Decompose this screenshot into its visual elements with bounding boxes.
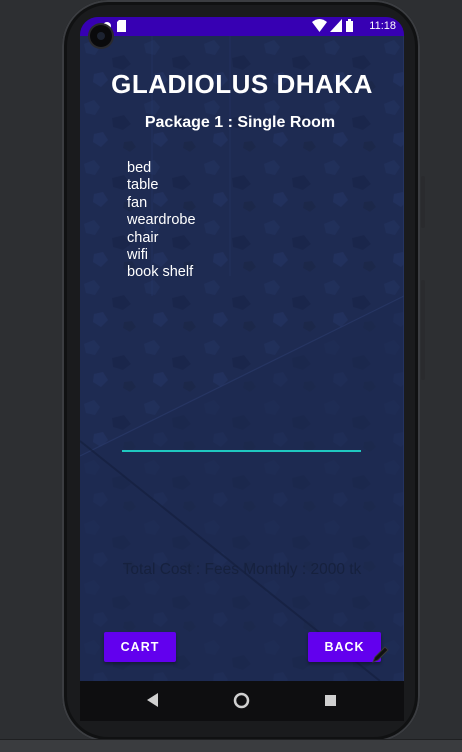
feature-item: fan: [127, 194, 148, 211]
app-screen: 11:18 GLADIOLUS DHAKA Package 1 : Single…: [80, 17, 404, 681]
emulator-bottom-bar: [0, 739, 462, 752]
front-camera: [90, 25, 112, 47]
signal-icon: [330, 19, 342, 32]
battery-icon: [346, 19, 353, 32]
recents-icon[interactable]: [325, 695, 336, 706]
back-icon[interactable]: [147, 693, 159, 707]
package-title: Package 1 : Single Room: [144, 114, 336, 131]
feature-item: weardrobe: [127, 212, 196, 229]
feature-item: wifi: [127, 247, 148, 264]
feature-item: book shelf: [127, 264, 194, 281]
home-icon[interactable]: [233, 692, 250, 709]
pencil-icon: [372, 646, 389, 663]
sd-card-icon: [117, 20, 126, 32]
total-cost-text: Total Cost : Fees Monthly : 2000 tk: [122, 561, 362, 578]
status-bar: 11:18: [80, 17, 404, 36]
feature-item: chair: [127, 229, 159, 246]
wifi-icon: [312, 19, 327, 32]
app-title: GLADIOLUS DHAKA: [111, 69, 373, 99]
system-nav-bar: [80, 681, 404, 721]
power-button: [421, 176, 425, 228]
feature-list: bed table fan weardrobe chair wifi book …: [127, 160, 196, 282]
background-texture: [80, 36, 404, 681]
volume-button: [421, 280, 425, 380]
text-input-underline[interactable]: [122, 450, 361, 452]
emulator-stage: 11:18 GLADIOLUS DHAKA Package 1 : Single…: [0, 0, 462, 752]
cart-button[interactable]: CART: [104, 632, 176, 662]
status-time: 11:18: [369, 20, 396, 32]
feature-item: table: [127, 177, 159, 194]
feature-item: bed: [127, 160, 152, 176]
